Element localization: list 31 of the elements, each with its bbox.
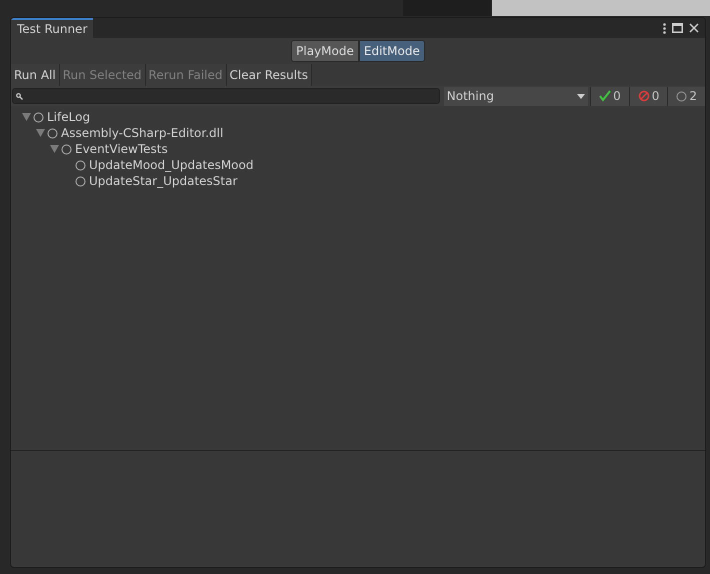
prohibited-icon [638,90,650,102]
result-filter-toggle[interactable]: 0 [628,86,668,106]
expanded-arrow-icon[interactable] [36,129,44,137]
result-filter-toggle[interactable]: 0 [590,86,629,106]
expanded-arrow-icon[interactable] [50,145,58,153]
toolbar-button[interactable]: Clear Results [226,64,312,86]
more-icon[interactable] [663,22,666,34]
maximize-icon[interactable] [672,23,683,33]
window-tab[interactable]: Test Runner [11,18,94,38]
tree-item[interactable]: EventViewTests [75,140,168,158]
circle-icon [33,112,44,122]
tree-item[interactable]: Assembly-CSharp-Editor.dll [61,124,224,142]
search-icon [16,92,23,100]
circle-icon [47,128,58,138]
dropdown-caret-icon [577,94,586,98]
tree-item[interactable]: UpdateMood_UpdatesMood [89,156,254,174]
toolbar-button[interactable]: Run All [11,64,60,86]
circle-icon [676,90,688,102]
expanded-arrow-icon[interactable] [22,113,30,121]
tree-item[interactable]: LifeLog [47,108,90,126]
close-icon[interactable] [689,23,699,33]
category-dropdown[interactable]: Nothing [444,86,588,106]
circle-icon [61,144,72,154]
circle-icon [75,176,86,186]
tree-item[interactable]: UpdateStar_UpdatesStar [89,172,238,190]
mode-tab[interactable]: EditMode [358,40,425,62]
circle-icon [75,160,86,170]
mode-tab[interactable]: PlayMode [291,40,359,62]
search-field[interactable] [12,88,440,104]
check-icon [599,90,612,102]
result-filter-toggle[interactable]: 2 [667,86,705,106]
